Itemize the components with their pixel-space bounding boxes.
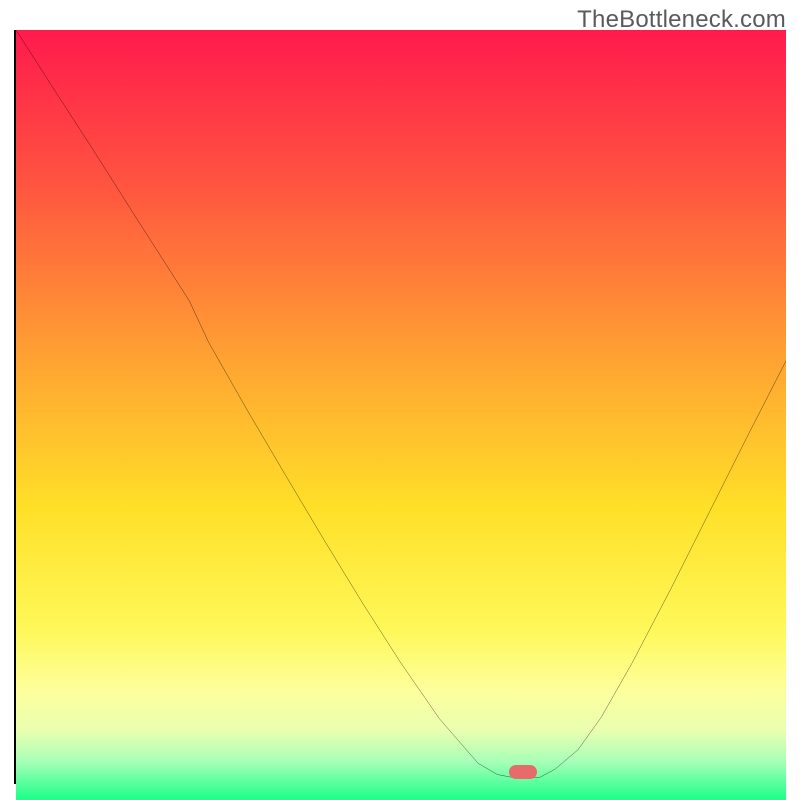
bottleneck-chart: TheBottleneck.com xyxy=(0,0,800,800)
heat-gradient-bg xyxy=(16,30,786,800)
optimum-marker xyxy=(509,765,537,779)
plot-area xyxy=(14,30,786,784)
